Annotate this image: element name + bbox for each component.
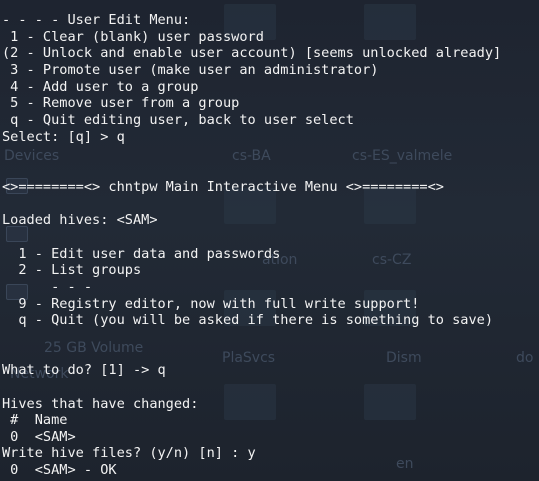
terminal-line: 9 - Registry editor, now with full write… [2,296,420,312]
terminal-line: - - - [2,279,93,295]
terminal-line: q - Quit (you will be asked if there is … [2,312,494,328]
terminal-prompt-line: Select: [q] > q [2,129,125,145]
terminal-line: Hives that have changed: [2,396,199,412]
terminal-line: # Name [2,412,68,428]
terminal-line: - - - - User Edit Menu: [2,12,191,28]
terminal-line: 4 - Add user to a group [2,79,199,95]
terminal-line: 1 - Clear (blank) user password [2,29,264,45]
terminal-prompt-line: Write hive files? (y/n) [n] : y [2,445,256,461]
terminal-window[interactable]: Devices cs-BA cs-ES_valmele ation cs-CZ … [0,0,539,481]
terminal-line: 0 <SAM> - OK [2,462,117,478]
terminal-prompt-line: What to do? [1] -> q [2,362,166,378]
terminal-line: q - Quit editing user, back to user sele… [2,112,354,128]
terminal-line: 1 - Edit user data and passwords [2,246,281,262]
terminal-line: 3 - Promote user (make user an administr… [2,62,379,78]
menu-title-line: <>========<> chntpw Main Interactive Men… [2,179,444,195]
terminal-line: 5 - Remove user from a group [2,95,240,111]
terminal-line: (2 - Unlock and enable user account) [se… [2,45,502,61]
terminal-line: Loaded hives: <SAM> [2,212,158,228]
terminal-output[interactable]: - - - - User Edit Menu: 1 - Clear (blank… [0,0,539,481]
terminal-line: 0 <SAM> [2,429,76,445]
terminal-line: 2 - List groups [2,262,142,278]
